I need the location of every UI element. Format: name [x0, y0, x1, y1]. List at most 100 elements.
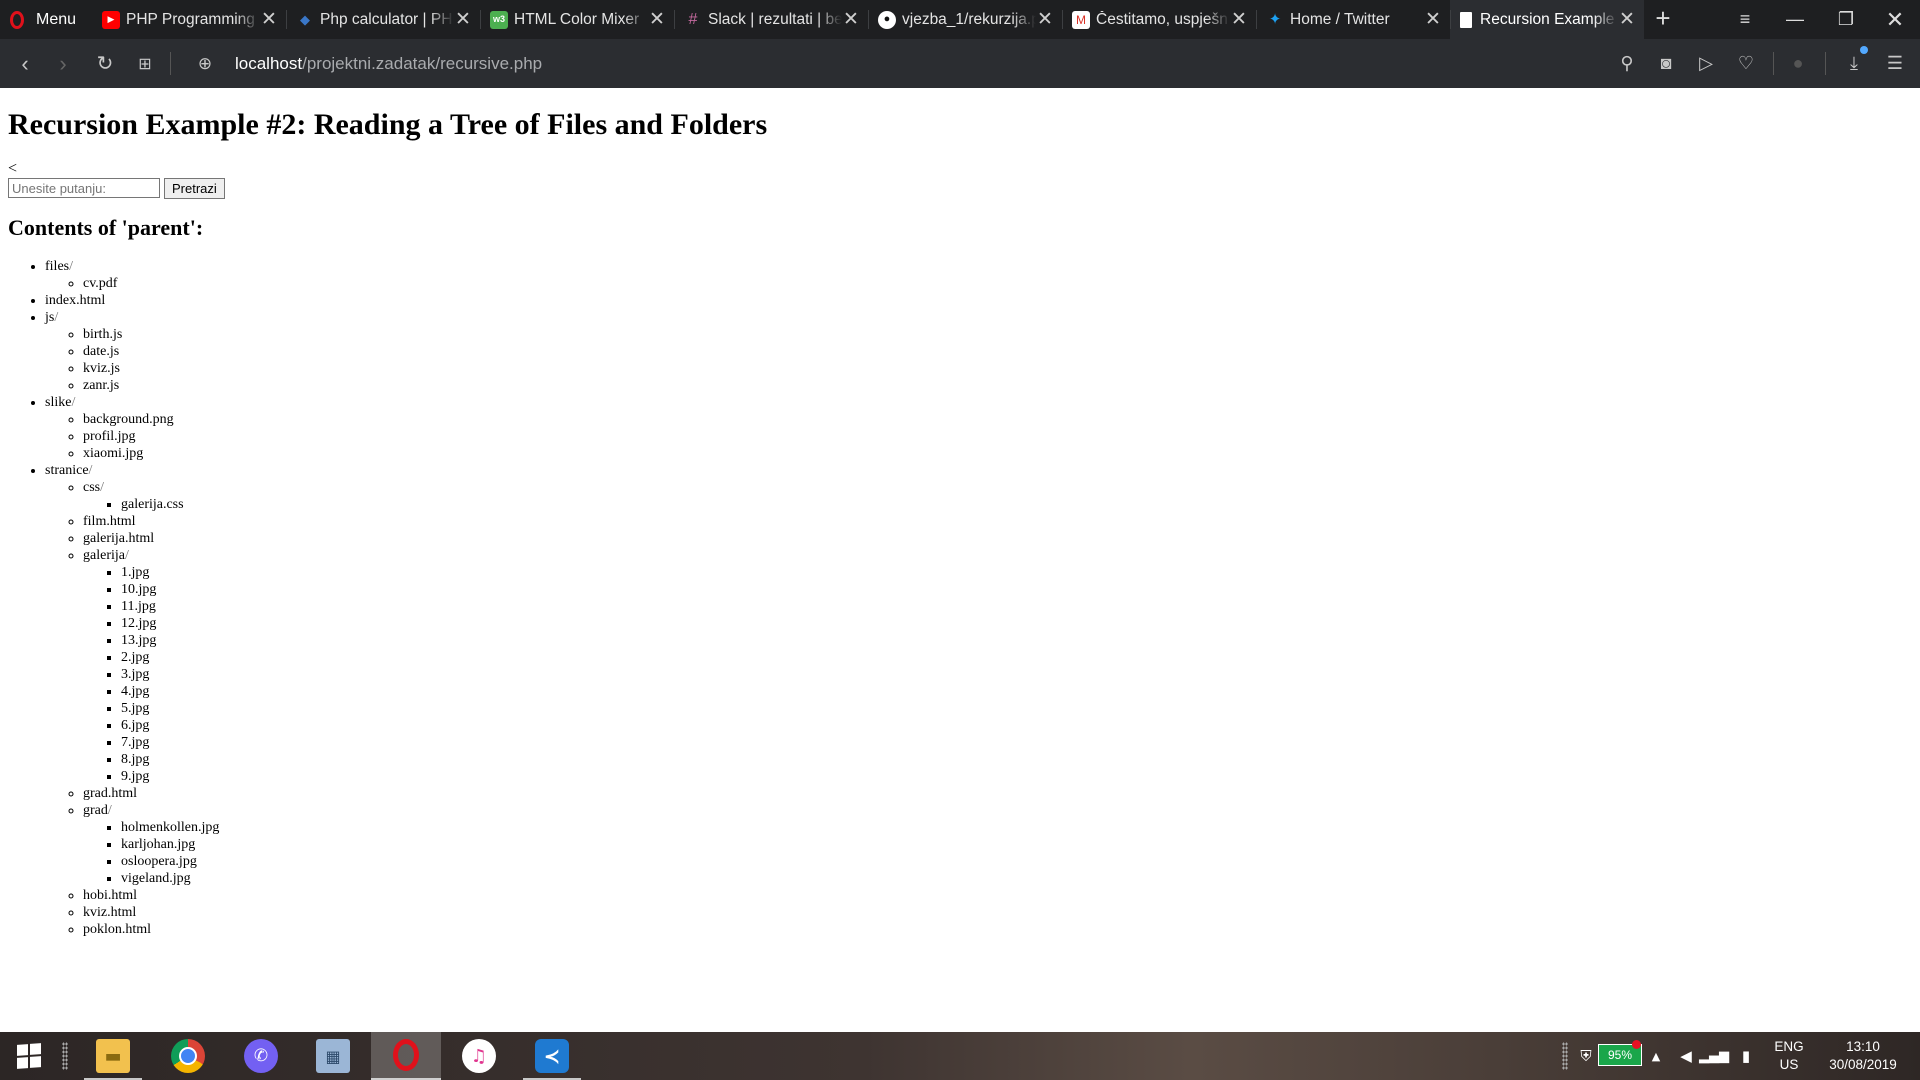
profile-icon[interactable]: ● — [1783, 39, 1813, 88]
tab-title: HTML Color Mixer — [514, 10, 640, 28]
folder-item: js/ birth.js date.js kviz.js zanr.js — [45, 309, 219, 394]
divider — [170, 52, 171, 75]
url-field[interactable]: localhost/projektni.zadatak/recursive.ph… — [235, 39, 542, 88]
speed-dial-icon[interactable]: ⊞ — [130, 39, 160, 88]
close-icon[interactable]: ✕ — [1036, 10, 1054, 29]
vscode-icon: ≺ — [535, 1039, 569, 1073]
file-name: 2.jpg — [121, 650, 150, 665]
taskbar-grip — [62, 1042, 68, 1070]
folder-slash: / — [107, 803, 112, 818]
back-button[interactable]: ‹ — [10, 39, 40, 88]
start-button[interactable] — [0, 1032, 58, 1080]
file-name: 4.jpg — [121, 684, 150, 699]
file-item: 8.jpg — [121, 751, 219, 768]
close-icon[interactable]: ✕ — [454, 10, 472, 29]
close-window-button[interactable]: ✕ — [1873, 0, 1917, 39]
file-name: 3.jpg — [121, 667, 150, 682]
file-name: hobi.html — [83, 888, 138, 903]
file-name: 12.jpg — [121, 616, 157, 631]
tree-sublist: holmenkollen.jpg karljohan.jpg osloopera.j… — [83, 819, 219, 887]
close-icon[interactable]: ✕ — [260, 10, 278, 29]
heart-icon[interactable]: ♡ — [1731, 39, 1761, 88]
search-button[interactable]: Pretrazi — [164, 178, 225, 199]
file-item: 12.jpg — [121, 615, 219, 632]
file-item: holmenkollen.jpg — [121, 819, 219, 836]
input-language[interactable]: ENG US — [1772, 1038, 1806, 1074]
close-icon[interactable]: ✕ — [1424, 10, 1442, 29]
file-item: osloopera.jpg — [121, 853, 219, 870]
clock-time: 13:10 — [1846, 1039, 1880, 1054]
clock[interactable]: 13:10 30/08/2019 — [1815, 1038, 1911, 1074]
tab-recursion-example[interactable]: Recursion Example ✕ — [1450, 0, 1644, 39]
tab-menu-icon[interactable]: ≡ — [1723, 0, 1767, 39]
search-input[interactable] — [8, 178, 160, 198]
file-name: 7.jpg — [121, 735, 150, 750]
shield-icon[interactable]: ⛨ — [1576, 1032, 1596, 1080]
stray-text: < — [8, 160, 18, 177]
tab-twitter[interactable]: ✦ Home / Twitter ✕ — [1256, 0, 1450, 39]
minimize-button[interactable]: ― — [1773, 0, 1817, 39]
network-icon[interactable]: ▂▄▆ — [1699, 1032, 1729, 1080]
file-item: film.html — [83, 513, 219, 530]
file-item: 11.jpg — [121, 598, 219, 615]
close-icon[interactable]: ✕ — [1618, 10, 1636, 29]
file-name: karljohan.jpg — [121, 837, 196, 852]
file-name: background.png — [83, 412, 174, 427]
tab-github[interactable]: ● vjezba_1/rekurzija.p ✕ — [868, 0, 1062, 39]
taskbar-app-calculator[interactable]: ▦ — [298, 1032, 368, 1080]
search-icon[interactable]: ⚲ — [1612, 39, 1642, 88]
camera-icon[interactable]: ◙ — [1651, 39, 1681, 88]
show-hidden-icons-icon[interactable]: ▲ — [1647, 1032, 1665, 1080]
close-icon[interactable]: ✕ — [1230, 10, 1248, 29]
file-name: grad.html — [83, 786, 138, 801]
notification-dot — [1632, 1040, 1641, 1049]
windows-icon — [17, 1043, 41, 1069]
file-item: xiaomi.jpg — [83, 445, 219, 462]
opera-menu-button[interactable]: Menu — [0, 0, 92, 39]
folder-slash: / — [88, 463, 93, 478]
taskbar-app-itunes[interactable]: ♫ — [444, 1032, 514, 1080]
taskbar-app-file-explorer[interactable]: ▬ — [78, 1032, 148, 1080]
file-item: kviz.js — [83, 360, 219, 377]
close-icon[interactable]: ✕ — [842, 10, 860, 29]
folder-name: stranice — [45, 463, 89, 478]
battery-icon[interactable]: ▮ — [1735, 1032, 1757, 1080]
file-item: kviz.html — [83, 904, 219, 921]
file-item: 10.jpg — [121, 581, 219, 598]
taskbar-app-chrome[interactable] — [153, 1032, 223, 1080]
tab-php-calculator[interactable]: ◆ Php calculator | PHP ✕ — [286, 0, 480, 39]
file-item: 7.jpg — [121, 734, 219, 751]
php-icon: ◆ — [300, 12, 310, 27]
tab-title: Čestitamo, uspješn — [1096, 10, 1228, 28]
taskbar-app-opera[interactable] — [371, 1032, 441, 1080]
forward-button[interactable]: › — [48, 39, 78, 88]
globe-icon[interactable]: ⊕ — [190, 39, 220, 88]
file-name: poklon.html — [83, 922, 152, 937]
tray-grip — [1562, 1042, 1568, 1070]
tab-slack[interactable]: # Slack | rezultati | be ✕ — [674, 0, 868, 39]
reload-button[interactable]: ↻ — [90, 39, 120, 88]
tab-php-programming[interactable]: ▶ PHP Programming ✕ — [92, 0, 286, 39]
clock-date: 30/08/2019 — [1829, 1057, 1897, 1072]
tree-sublist: cv.pdf — [45, 275, 219, 292]
taskbar-app-viber[interactable]: ✆ — [226, 1032, 296, 1080]
browser-tab-strip: Menu ▶ PHP Programming ✕ ◆ Php calculato… — [0, 0, 1920, 39]
volume-icon[interactable]: ◀ — [1675, 1032, 1697, 1080]
taskbar-app-vscode[interactable]: ≺ — [517, 1032, 587, 1080]
tab-html-color-mixer[interactable]: w3 HTML Color Mixer ✕ — [480, 0, 674, 39]
github-icon: ● — [878, 10, 896, 29]
file-item: zanr.js — [83, 377, 219, 394]
tab-gmail[interactable]: M Čestitamo, uspješn ✕ — [1062, 0, 1256, 39]
folder-item: galerija/ 1.jpg 10.jpg 11.jpg 12.jpg 13.jpg 2.… — [83, 547, 219, 785]
file-item: 2.jpg — [121, 649, 219, 666]
restore-button[interactable]: ❐ — [1824, 0, 1868, 39]
close-icon[interactable]: ✕ — [648, 10, 666, 29]
folder-slash: / — [124, 548, 129, 563]
folder-item: stranice/css/galerija.cssfilm.htmlgaleri… — [45, 462, 219, 938]
tree-root-list: files/cv.pdfindex.htmljs/birth.jsdate.js… — [0, 258, 219, 938]
send-icon[interactable]: ▷ — [1691, 39, 1721, 88]
divider — [1825, 52, 1826, 75]
address-bar: ‹ › ↻ ⊞ ⊕ localhost/projektni.zadatak/re… — [0, 39, 1920, 88]
easy-setup-icon[interactable]: ☰ — [1880, 39, 1910, 88]
new-tab-button[interactable]: + — [1650, 3, 1676, 33]
